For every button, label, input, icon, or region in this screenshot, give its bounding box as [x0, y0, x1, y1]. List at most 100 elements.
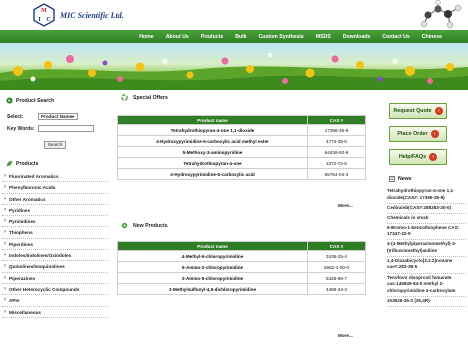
product-category-link[interactable]: Quinolines/Isoquinolines	[2, 261, 108, 273]
help-faqs-label: Help/FAQs	[398, 154, 427, 160]
search-type-select[interactable]: Product Name ▾	[38, 113, 78, 120]
product-search-panel: Product Search Select: Product Name ▾ Ke…	[2, 95, 108, 150]
nav-link-products[interactable]: Products	[195, 34, 229, 40]
table-row: 4-Hydroxypyrimidine-5-carboxylic acid me…	[117, 135, 366, 147]
keyword-row: Key Words:	[7, 125, 94, 132]
product-category-link[interactable]: Pyrimidines	[2, 216, 108, 228]
select-label: Select:	[7, 113, 24, 120]
nav-link-custom-synthesis[interactable]: Custom Synthesis	[252, 34, 309, 40]
product-category-link[interactable]: Other Heterocyclic Compounds	[2, 284, 108, 296]
special-offers-table: Product name CAS # Tetrahydrothiopyran-4…	[117, 115, 366, 180]
product-name-cell[interactable]: 4-Hydroxypyrimidine-5-carboxylic acid	[117, 168, 308, 180]
product-category-link[interactable]: Piperazines	[2, 273, 108, 284]
nav-link-home[interactable]: Home	[133, 34, 159, 40]
product-category-link[interactable]: Miscellaneous	[2, 307, 108, 318]
new-products-table: Product name CAS # 4-Methyl-6-chloropyri…	[117, 241, 366, 295]
banner-image	[0, 43, 468, 90]
table-row: 4-Hydroxypyrimidine-5-carboxylic acid 657…	[117, 168, 366, 180]
cas-number-cell: 3435-25-4	[307, 250, 366, 262]
product-name-cell[interactable]: 5-Amino-2-chloropyrimidine	[117, 261, 308, 273]
search-button[interactable]: Search	[44, 141, 66, 149]
news-heading: News	[389, 176, 412, 182]
product-name-cell[interactable]: 2-Methylsulfonyl-4,6-dichloropyrimidine	[117, 283, 308, 295]
product-name-cell[interactable]: Tetrahydrothiopyran-4-one	[117, 157, 308, 169]
logo-letter: M	[41, 8, 47, 14]
product-category-link[interactable]: Piperdines	[2, 239, 108, 250]
product-category-link[interactable]: Fluorinated Aromatics	[2, 171, 108, 183]
help-faqs-button[interactable]: Help/FAQs ›	[389, 149, 447, 165]
cas-number-cell: 1072-72-6	[307, 157, 366, 169]
company-logo[interactable]: M I C	[33, 3, 55, 27]
arrow-right-icon: ›	[429, 153, 438, 161]
column-header-product: Product name	[117, 115, 308, 125]
select-row: Select: Product Name ▾	[7, 113, 78, 120]
special-offers-heading: Special Offers	[121, 94, 168, 101]
product-category-link[interactable]: APIs	[2, 295, 108, 307]
nav-link-about-us[interactable]: About Us	[160, 34, 195, 40]
product-category-link[interactable]: Other Aromatics	[2, 194, 108, 205]
leaf-icon	[6, 160, 13, 167]
news-item[interactable]: 4-(4-Methylpiperazinomethyl)-3-(trifluor…	[387, 240, 466, 257]
product-name-cell[interactable]: 2-Amino-5-chloropyrimidine	[117, 272, 308, 284]
keyword-label: Key Words:	[7, 125, 35, 132]
molecule-icon	[418, 0, 466, 30]
cas-number-cell: 4774-35-0	[307, 135, 366, 147]
nav-link-contact-us[interactable]: Contact Us	[376, 34, 415, 40]
left-sidebar: Product Search Select: Product Name ▾ Ke…	[2, 92, 108, 351]
column-header-cas: CAS #	[307, 115, 366, 125]
product-name-cell[interactable]: 5-Methoxy-3-aminopyridine	[117, 146, 308, 158]
product-category-link[interactable]: Indoles/Indolines/Oxindoles	[2, 250, 108, 262]
products-heading: Products	[2, 158, 108, 169]
request-quote-button[interactable]: Request Quote ›	[389, 103, 447, 119]
product-name-cell[interactable]: 4-Methyl-6-chloropyrimidine	[117, 250, 308, 262]
news-item[interactable]: 103626-36-2 (25,4R)-	[387, 297, 466, 307]
news-item[interactable]: 1,4-Diazabicyclo[3.2.2]nonane cas#:283-3…	[387, 257, 466, 274]
product-name-cell[interactable]: Tetrahydrothiopyran-4-one 1,1-dioxide	[117, 124, 308, 136]
nav-link-chinese[interactable]: Chinese	[416, 34, 448, 40]
news-list: Tetrahydrothiopyran-4-one 1,1-dioxide(CA…	[387, 187, 466, 307]
table-row: Tetrahydrothiopyran-4-one 1072-72-6	[117, 157, 366, 169]
main-content: Special Offers Product name CAS # Tetrah…	[116, 92, 369, 351]
new-products-heading: New Products	[121, 222, 168, 229]
news-icon	[389, 176, 395, 182]
search-type-value: Product Name	[41, 114, 73, 119]
site-header: M I C MIC Scientific Ltd.	[0, 0, 468, 30]
table-row: 4-Methyl-6-chloropyrimidine 3435-25-4	[117, 250, 366, 262]
news-item[interactable]: Chemicals in stock	[387, 214, 466, 224]
table-row: 2-Methylsulfonyl-4,6-dichloropyrimidine 4…	[117, 283, 366, 295]
product-name-cell[interactable]: 4-Hydroxypyrimidine-5-carboxylic acid me…	[117, 135, 308, 147]
search-heading-icon	[6, 97, 13, 104]
news-title: News	[398, 176, 412, 182]
special-offers-more-link[interactable]: More...	[338, 203, 353, 208]
news-item[interactable]: Tenofovir disoproxil fumarate cas:149849…	[387, 274, 466, 297]
chevron-down-icon: ▾	[72, 114, 75, 119]
products-panel: Products Fluorinated AromaticsPhenylboro…	[2, 158, 108, 318]
product-category-link[interactable]: Pyridines	[2, 205, 108, 216]
logo-letter: C	[46, 17, 50, 23]
nav-link-msds[interactable]: MSDS	[310, 34, 337, 40]
product-search-title: Product Search	[16, 97, 55, 104]
news-item[interactable]: Cedirainb(CAS#:288383-20-0)	[387, 204, 466, 214]
news-item[interactable]: 6-Bromo-1-benzothiophene CAS: 17347-32-9	[387, 224, 466, 241]
product-category-link[interactable]: Phenylboronic Acids	[2, 182, 108, 194]
cas-number-cell: 5428-89-7	[307, 272, 366, 284]
nav-link-downloads[interactable]: Downloads	[337, 34, 377, 40]
company-name: MIC Scientific Ltd.	[60, 11, 124, 20]
table-row: 5-Amino-2-chloropyrimidine 5662-1-00-0	[117, 261, 366, 273]
nav-link-bulk[interactable]: Bulk	[229, 34, 252, 40]
place-order-label: Place Order	[397, 131, 428, 137]
arrow-right-icon: ›	[434, 107, 443, 115]
product-category-list: Fluorinated AromaticsPhenylboronic Acids…	[2, 171, 108, 318]
keyword-input[interactable]	[38, 125, 94, 132]
news-item[interactable]: Tetrahydrothiopyran-4-one 1,1-dioxide(CA…	[387, 187, 466, 204]
products-title: Products	[16, 160, 39, 167]
table-row: 5-Methoxy-3-aminopyridine 64436-92-6	[117, 146, 366, 158]
new-products-title: New Products	[133, 222, 168, 229]
recycle-icon	[121, 94, 128, 101]
new-products-more-link[interactable]: More...	[338, 333, 353, 338]
arrow-right-icon: ›	[430, 130, 439, 138]
cas-number-cell: 64436-92-6	[307, 146, 366, 158]
product-category-link[interactable]: Thiophens	[2, 227, 108, 239]
place-order-button[interactable]: Place Order ›	[389, 126, 447, 142]
cas-number-cell: 17396-35-9	[307, 124, 366, 136]
